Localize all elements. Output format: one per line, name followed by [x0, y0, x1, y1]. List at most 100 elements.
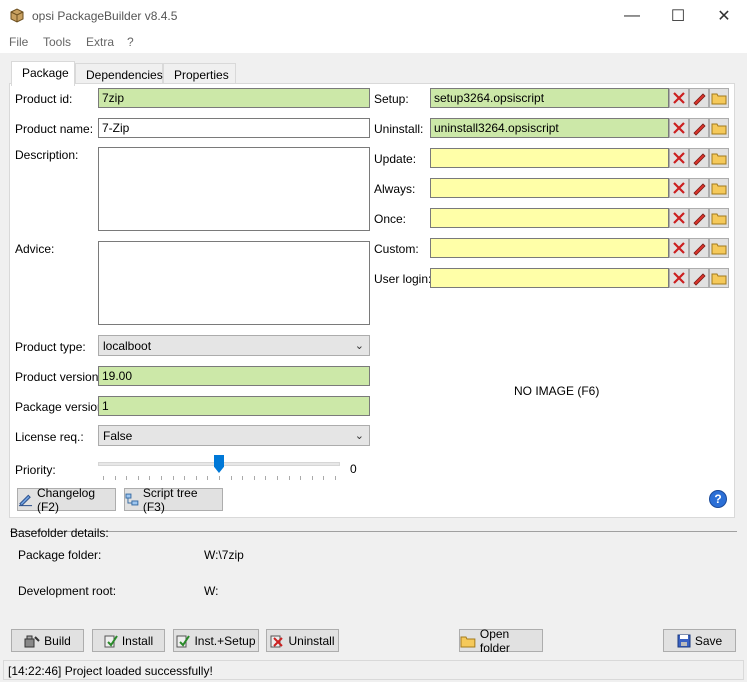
build-icon: [24, 635, 40, 647]
open-folder-button[interactable]: Open folder: [459, 626, 543, 655]
minimize-button[interactable]: —: [609, 0, 655, 31]
always-edit-button[interactable]: [689, 178, 709, 198]
script-tree-label: Script tree (F3): [142, 485, 198, 514]
once-open-button[interactable]: [709, 208, 729, 228]
delete-icon: [673, 212, 685, 224]
license-select[interactable]: False ⌄: [98, 425, 370, 446]
save-label: Save: [694, 633, 723, 648]
slider-tick: [184, 476, 186, 480]
slider-tick: [172, 476, 174, 480]
save-button[interactable]: Save: [663, 629, 736, 652]
package-folder-value: W:\7zip: [204, 548, 244, 562]
package-version-field[interactable]: 1: [98, 396, 370, 416]
tab-package[interactable]: Package: [11, 61, 75, 86]
slider-tick: [277, 476, 278, 480]
uninstall-button[interactable]: Uninstall: [266, 629, 339, 652]
user-login-edit-button[interactable]: [689, 268, 709, 288]
open-icon: [711, 93, 727, 105]
menu-help[interactable]: ?: [127, 35, 134, 49]
install-icon: [104, 634, 118, 647]
advice-textarea[interactable]: [98, 241, 370, 325]
build-button[interactable]: Build: [11, 629, 84, 652]
script-tree-button[interactable]: Script tree (F3): [124, 485, 223, 514]
product-id-field[interactable]: 7zip: [98, 88, 370, 108]
open-icon: [711, 213, 727, 225]
always-label: Always:: [374, 182, 416, 196]
open-icon: [711, 183, 727, 195]
uninstall-delete-button[interactable]: [669, 118, 689, 138]
menu-extra[interactable]: Extra: [86, 35, 114, 49]
package-folder-label: Package folder:: [18, 548, 102, 562]
chevron-down-icon: ⌄: [354, 430, 364, 442]
setup-open-button[interactable]: [709, 88, 729, 108]
slider-tick: [230, 476, 232, 480]
custom-edit-button[interactable]: [689, 238, 709, 258]
product-version-field[interactable]: 19.00: [98, 366, 370, 386]
delete-icon: [673, 152, 685, 164]
chevron-down-icon: ⌄: [354, 340, 364, 352]
priority-value: 0: [350, 462, 357, 476]
always-open-button[interactable]: [709, 178, 729, 198]
tab-properties[interactable]: Properties: [163, 63, 236, 85]
open-icon: [711, 123, 727, 135]
description-textarea[interactable]: [98, 147, 370, 231]
status-bar: [14:22:46] Project loaded successfully!: [3, 660, 744, 680]
slider-tick: [195, 476, 197, 480]
update-script-field[interactable]: [430, 148, 669, 168]
setup-delete-button[interactable]: [669, 88, 689, 108]
slider-tick: [137, 476, 139, 480]
edit-icon: [693, 273, 706, 286]
maximize-button[interactable]: ☐: [655, 0, 701, 31]
setup-edit-button[interactable]: [689, 88, 709, 108]
delete-icon: [673, 92, 685, 104]
install-button[interactable]: Install: [92, 629, 165, 652]
minimize-icon: —: [624, 6, 640, 24]
delete-icon: [673, 242, 685, 254]
user-login-open-button[interactable]: [709, 268, 729, 288]
user-login-delete-button[interactable]: [669, 268, 689, 288]
uninstall-open-button[interactable]: [709, 118, 729, 138]
setup-script-field[interactable]: setup3264.opsiscript: [430, 88, 669, 108]
once-script-field[interactable]: [430, 208, 669, 228]
changelog-button[interactable]: Changelog (F2): [17, 486, 116, 514]
tab-dependencies[interactable]: Dependencies: [75, 63, 163, 85]
license-value: False: [103, 429, 133, 443]
close-icon: ✕: [717, 7, 731, 25]
edit-icon: [693, 183, 706, 196]
always-delete-button[interactable]: [669, 178, 689, 198]
menu-tools[interactable]: Tools: [43, 35, 71, 49]
slider-tick: [149, 476, 151, 480]
always-script-field[interactable]: [430, 178, 669, 198]
close-button[interactable]: ✕: [701, 0, 747, 31]
custom-open-button[interactable]: [709, 238, 729, 258]
open-folder-label: Open folder: [479, 626, 510, 655]
update-open-button[interactable]: [709, 148, 729, 168]
help-icon: ?: [714, 492, 722, 506]
product-type-label: Product type:: [15, 340, 86, 354]
once-delete-button[interactable]: [669, 208, 689, 228]
once-edit-button[interactable]: [689, 208, 709, 228]
maximize-icon: ☐: [670, 7, 686, 25]
custom-delete-button[interactable]: [669, 238, 689, 258]
user-login-script-field[interactable]: [430, 268, 669, 288]
delete-icon: [673, 122, 685, 134]
no-image-label[interactable]: NO IMAGE (F6): [514, 384, 599, 398]
product-type-select[interactable]: localboot ⌄: [98, 335, 370, 356]
custom-script-field[interactable]: [430, 238, 669, 258]
uninstall-edit-button[interactable]: [689, 118, 709, 138]
slider-tick: [288, 476, 290, 480]
install-setup-label: Inst.+Setup: [194, 633, 256, 648]
slider-tick: [253, 476, 255, 480]
uninstall-script-field[interactable]: uninstall3264.opsiscript: [430, 118, 669, 138]
install-setup-button[interactable]: Inst.+Setup: [173, 629, 259, 652]
update-edit-button[interactable]: [689, 148, 709, 168]
open-icon: [711, 243, 727, 255]
menu-file[interactable]: File: [9, 35, 28, 49]
license-label: License req.:: [15, 430, 84, 444]
update-delete-button[interactable]: [669, 148, 689, 168]
help-button[interactable]: ?: [709, 490, 727, 508]
slider-tick: [207, 476, 209, 480]
product-name-field[interactable]: 7-Zip: [98, 118, 370, 138]
slider-tick: [265, 476, 267, 480]
slider-tick: [335, 476, 336, 480]
